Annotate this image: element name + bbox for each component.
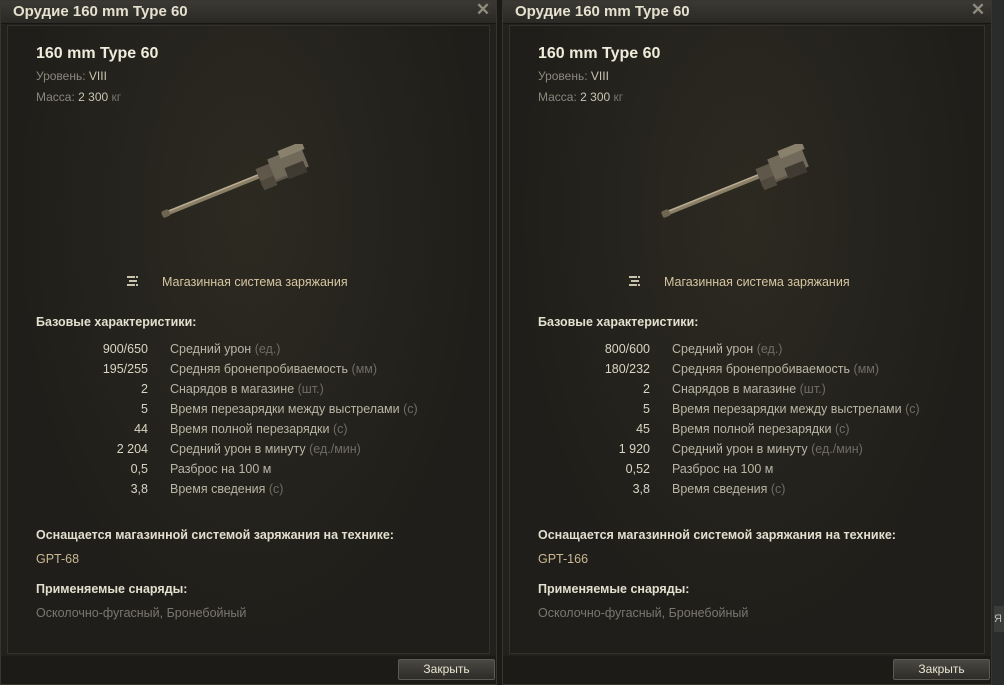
gun-mass: Масса: 2 300 кг [36, 90, 121, 104]
mass-unit: кг [613, 90, 624, 104]
background-window-text: Я [994, 606, 1004, 632]
stat-label-dpm: Средний урон в минуту (ед./мин) [672, 442, 863, 456]
window-title: Орудие 160 mm Type 60 [515, 3, 690, 20]
level-label: Уровень: [538, 69, 588, 83]
stat-value-dpm: 1 920 [618, 442, 650, 456]
shells-list: Осколочно-фугасный, Бронебойный [538, 606, 749, 620]
stat-value-aim-time: 3,8 [632, 482, 650, 496]
stat-value-dispersion: 0,52 [625, 462, 650, 476]
shells-title: Применяемые снаряды: [538, 582, 690, 596]
close-button[interactable]: Закрыть [893, 659, 990, 680]
stat-label-penetration: Средняя бронепробиваемость (мм) [672, 362, 880, 376]
shells-list: Осколочно-фугасный, Бронебойный [36, 606, 247, 620]
stat-label-penetration: Средняя бронепробиваемость (мм) [170, 362, 378, 376]
stat-value-magazine: 2 [643, 382, 650, 396]
mass-label: Масса: [36, 90, 75, 104]
autoloader-label: Магазинная система заряжания [664, 275, 850, 289]
window-title: Орудие 160 mm Type 60 [13, 3, 188, 20]
mass-value: 2 300 [580, 90, 611, 104]
stat-label-dpm: Средний урон в минуту (ед./мин) [170, 442, 361, 456]
window-footer: Закрыть [1, 656, 496, 684]
stat-value-intraclip: 5 [141, 402, 148, 416]
stat-value-dispersion: 0,5 [130, 462, 148, 476]
stat-label-dispersion: Разброс на 100 м [672, 462, 774, 476]
stat-label-intraclip: Время перезарядки между выстрелами (с) [170, 402, 418, 416]
equipped-vehicles-title: Оснащается магазинной системой заряжания… [538, 528, 896, 542]
stat-value-dpm: 2 204 [116, 442, 148, 456]
window-titlebar[interactable]: Орудие 160 mm Type 60 ✕ [1, 1, 496, 24]
stat-value-damage: 800/600 [604, 342, 650, 356]
close-icon[interactable]: ✕ [969, 1, 987, 19]
gun-image [661, 144, 809, 218]
window-footer: Закрыть [503, 656, 991, 684]
stat-label-aim-time: Время сведения (с) [672, 482, 786, 496]
base-stats-title: Базовые характеристики: [36, 315, 197, 329]
autoloader-icon [127, 276, 138, 286]
autoloader-icon [629, 276, 640, 286]
stat-label-damage: Средний урон (ед.) [672, 342, 783, 356]
stat-value-damage: 900/650 [102, 342, 148, 356]
level-value: VIII [88, 69, 107, 83]
stat-label-reload: Время полной перезарядки (с) [170, 422, 348, 436]
stat-label-aim-time: Время сведения (с) [170, 482, 284, 496]
gun-name: 160 mm Type 60 [36, 45, 159, 62]
stat-label-dispersion: Разброс на 100 м [170, 462, 272, 476]
mass-value: 2 300 [78, 90, 109, 104]
equipped-vehicles-title: Оснащается магазинной системой заряжания… [36, 528, 394, 542]
stat-label-intraclip: Время перезарядки между выстрелами (с) [672, 402, 920, 416]
stat-value-reload: 45 [636, 422, 650, 436]
gun-image [161, 144, 309, 218]
gun-info-window-right: Орудие 160 mm Type 60 ✕ 160 mm Type 60 У… [502, 0, 992, 685]
close-icon[interactable]: ✕ [474, 1, 492, 19]
level-value: VIII [590, 69, 609, 83]
gun-info-content: 160 mm Type 60 Уровень: VIII Масса: 2 30… [509, 25, 985, 654]
background-window-edge: Я [992, 0, 1004, 685]
stat-label-magazine: Снарядов в магазине (шт.) [170, 382, 324, 396]
vehicle-name: GPT-166 [538, 552, 589, 566]
window-titlebar[interactable]: Орудие 160 mm Type 60 ✕ [503, 1, 991, 24]
stat-label-damage: Средний урон (ед.) [170, 342, 281, 356]
stat-label-reload: Время полной перезарядки (с) [672, 422, 850, 436]
mass-unit: кг [111, 90, 122, 104]
stat-value-penetration: 180/232 [604, 362, 650, 376]
gun-level: Уровень: VIII [538, 69, 609, 83]
gun-info-content: 160 mm Type 60 Уровень: VIII Масса: 2 30… [7, 25, 490, 654]
stat-value-aim-time: 3,8 [130, 482, 148, 496]
gun-name: 160 mm Type 60 [538, 45, 661, 62]
stat-value-magazine: 2 [141, 382, 148, 396]
shells-title: Применяемые снаряды: [36, 582, 188, 596]
stat-label-magazine: Снарядов в магазине (шт.) [672, 382, 826, 396]
stat-value-intraclip: 5 [643, 402, 650, 416]
stat-value-reload: 44 [134, 422, 148, 436]
gun-mass: Масса: 2 300 кг [538, 90, 623, 104]
stat-value-penetration: 195/255 [102, 362, 148, 376]
vehicle-name: GPT-68 [36, 552, 80, 566]
level-label: Уровень: [36, 69, 86, 83]
close-button[interactable]: Закрыть [398, 659, 495, 680]
base-stats-title: Базовые характеристики: [538, 315, 699, 329]
gun-level: Уровень: VIII [36, 69, 107, 83]
mass-label: Масса: [538, 90, 577, 104]
autoloader-label: Магазинная система заряжания [162, 275, 348, 289]
gun-info-window-left: Орудие 160 mm Type 60 ✕ 160 mm Type 60 У… [0, 0, 497, 685]
